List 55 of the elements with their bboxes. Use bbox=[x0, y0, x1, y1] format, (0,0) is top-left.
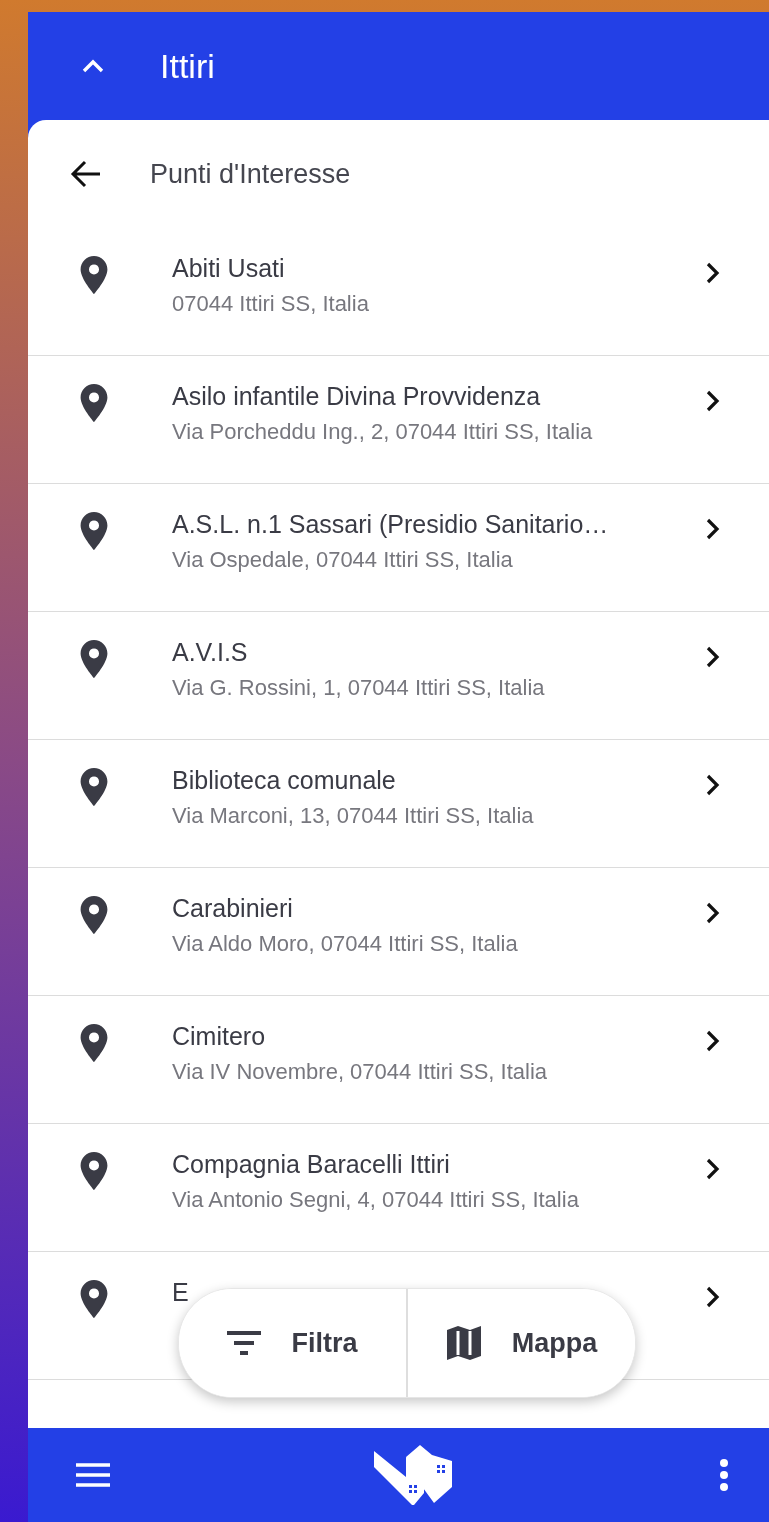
chevron-right-icon[interactable] bbox=[705, 390, 721, 412]
collapse-button[interactable] bbox=[82, 59, 104, 73]
chevron-right-icon[interactable] bbox=[705, 646, 721, 668]
place-list-item[interactable]: Cimitero Via IV Novembre, 07044 Ittiri SS, Italia bbox=[28, 996, 769, 1124]
chevron-right-icon[interactable] bbox=[705, 1158, 721, 1180]
city-title: Ittiri bbox=[160, 46, 215, 86]
place-name: Carabinieri bbox=[172, 894, 294, 923]
place-address: Via Marconi, 13, 07044 Ittiri SS, Italia bbox=[172, 803, 535, 829]
place-list-item[interactable]: Carabinieri Via Aldo Moro, 07044 Ittiri SS, Italia bbox=[28, 868, 769, 996]
location-pin-icon bbox=[80, 768, 108, 806]
place-address: 07044 Ittiri SS, Italia bbox=[172, 291, 370, 317]
more-options-button[interactable] bbox=[719, 1459, 729, 1491]
chevron-right-icon[interactable] bbox=[705, 1286, 721, 1308]
chevron-up-icon bbox=[82, 59, 104, 73]
section-title: Punti d'Interesse bbox=[150, 158, 351, 190]
location-pin-icon bbox=[80, 1152, 108, 1190]
place-address: Via Porcheddu Ing., 2, 07044 Ittiri SS, Italia bbox=[172, 419, 594, 445]
place-name: A.V.I.S bbox=[172, 638, 249, 667]
location-pin-icon bbox=[80, 1280, 108, 1318]
place-list-item[interactable]: Asilo infantile Divina Provvidenza Via Porcheddu Ing., 2, 07044 Ittiri SS, Italia bbox=[28, 356, 769, 484]
place-name: Asilo infantile Divina Provvidenza bbox=[172, 382, 542, 411]
map-button[interactable]: Mappa bbox=[406, 1289, 635, 1397]
back-arrow-icon bbox=[70, 160, 102, 188]
place-list-item[interactable]: A.V.I.S Via G. Rossini, 1, 07044 Ittiri SS, Italia bbox=[28, 612, 769, 740]
place-address: Via Aldo Moro, 07044 Ittiri SS, Italia bbox=[172, 931, 519, 957]
place-address: Via Antonio Segni, 4, 07044 Ittiri SS, Italia bbox=[172, 1187, 580, 1213]
place-list-item[interactable]: Compagnia Baracelli Ittiri Via Antonio Segni, 4, 07044 Ittiri SS, Italia bbox=[28, 1124, 769, 1252]
location-pin-icon bbox=[80, 1024, 108, 1062]
place-list-item[interactable]: Biblioteca comunale Via Marconi, 13, 07044 Ittiri SS, Italia bbox=[28, 740, 769, 868]
place-name: Abiti Usati bbox=[172, 254, 286, 283]
chevron-right-icon[interactable] bbox=[705, 262, 721, 284]
map-icon bbox=[445, 1325, 482, 1361]
place-name: Compagnia Baracelli Ittiri bbox=[172, 1150, 451, 1179]
location-pin-icon bbox=[80, 896, 108, 934]
place-address: Via Ospedale, 07044 Ittiri SS, Italia bbox=[172, 547, 514, 573]
location-pin-icon bbox=[80, 256, 108, 294]
place-name: A.S.L. n.1 Sassari (Presidio Sanitario… bbox=[172, 510, 610, 539]
location-pin-icon bbox=[80, 384, 108, 422]
place-list-item[interactable]: A.S.L. n.1 Sassari (Presidio Sanitario… Via Ospedale, 07044 Ittiri SS, Italia bbox=[28, 484, 769, 612]
place-address: Via G. Rossini, 1, 07044 Ittiri SS, Italia bbox=[172, 675, 546, 701]
back-button[interactable] bbox=[70, 160, 102, 188]
filter-icon bbox=[227, 1330, 262, 1356]
place-address: Via IV Novembre, 07044 Ittiri SS, Italia bbox=[172, 1059, 548, 1085]
menu-icon bbox=[76, 1463, 110, 1487]
location-pin-icon bbox=[80, 512, 108, 550]
location-pin-icon bbox=[80, 640, 108, 678]
more-vertical-icon bbox=[719, 1459, 729, 1491]
place-name: Cimitero bbox=[172, 1022, 267, 1051]
chevron-right-icon[interactable] bbox=[705, 902, 721, 924]
chevron-right-icon[interactable] bbox=[705, 774, 721, 796]
chevron-right-icon[interactable] bbox=[705, 1030, 721, 1052]
place-name: Biblioteca comunale bbox=[172, 766, 397, 795]
menu-button[interactable] bbox=[76, 1463, 110, 1487]
place-list-item[interactable]: Abiti Usati 07044 Ittiri SS, Italia bbox=[28, 228, 769, 356]
chevron-right-icon[interactable] bbox=[705, 518, 721, 540]
